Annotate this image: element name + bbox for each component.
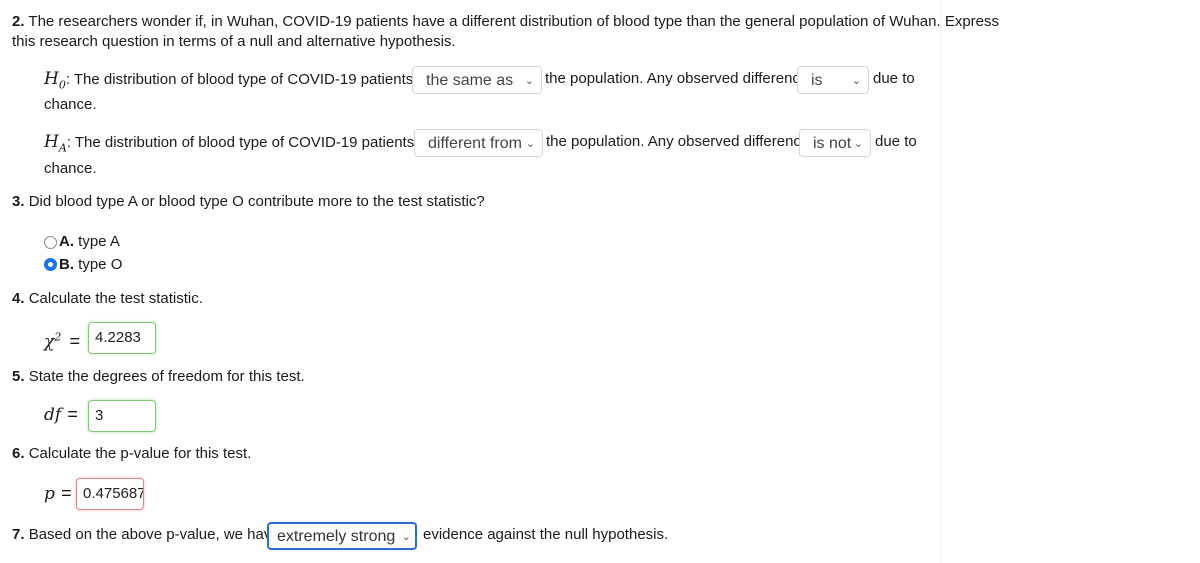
- q6-number: 6.: [12, 445, 25, 462]
- h0-end-text: chance.: [44, 96, 97, 113]
- q5-text: State the degrees of freedom for this te…: [28, 368, 305, 385]
- q4-text: Calculate the test statistic.: [28, 290, 203, 307]
- h0-difference-select[interactable]: is ⌄: [797, 66, 869, 94]
- ha-difference-select[interactable]: is not ⌄: [799, 129, 871, 157]
- q7-text-after: evidence against the null hypothesis.: [423, 526, 669, 543]
- ha-relation-value: different from: [428, 135, 522, 152]
- evidence-strength-value: extremely strong: [277, 528, 396, 545]
- equals-sign: =: [69, 330, 80, 351]
- q6-text: Calculate the p-value for this test.: [28, 445, 252, 462]
- q3-radio-a[interactable]: [44, 236, 57, 249]
- chevron-down-icon: ⌄: [853, 138, 863, 150]
- h0-mid-text: the population. Any observed difference: [545, 70, 809, 87]
- q3-number: 3.: [12, 193, 25, 210]
- df-label: df =: [44, 401, 78, 429]
- df-input[interactable]: 3: [88, 400, 156, 432]
- q6-prompt: 6. Calculate the p-value for this test.: [12, 443, 251, 465]
- ha-end-text: chance.: [44, 160, 97, 177]
- h0-symbol: H0: [44, 69, 66, 92]
- q2-number: 2.: [12, 13, 25, 30]
- q3-prompt: 3. Did blood type A or blood type O cont…: [12, 191, 485, 213]
- ha-tail-text: due to: [875, 133, 917, 150]
- ha-label: HA: The distribution of blood type of CO…: [44, 131, 429, 159]
- q2-text-line1: The researchers wonder if, in Wuhan, COV…: [28, 13, 999, 30]
- chevron-down-icon: ⌄: [401, 531, 411, 543]
- h0-lead-text: : The distribution of blood type of COVI…: [65, 71, 429, 88]
- chevron-down-icon: ⌄: [525, 138, 535, 150]
- equals-sign: =: [67, 404, 78, 424]
- ha-mid-text: the population. Any observed difference: [546, 133, 810, 150]
- q3-option-b-label[interactable]: B. type O: [59, 254, 122, 276]
- df-symbol: df: [44, 405, 62, 425]
- h0-relation-select[interactable]: the same as ⌄: [412, 66, 542, 94]
- q5-prompt: 5. State the degrees of freedom for this…: [12, 366, 305, 388]
- question-page: 2. The researchers wonder if, in Wuhan, …: [0, 0, 999, 563]
- q3-text: Did blood type A or blood type O contrib…: [28, 193, 485, 210]
- q2-line1: 2. The researchers wonder if, in Wuhan, …: [12, 11, 999, 33]
- q7-text-before: Based on the above p-value, we have: [28, 526, 280, 543]
- q4-number: 4.: [12, 290, 25, 307]
- chevron-down-icon: ⌄: [524, 75, 534, 87]
- h0-label: H0: The distribution of blood type of CO…: [44, 68, 428, 96]
- q7-number: 7.: [12, 526, 25, 543]
- evidence-strength-select[interactable]: extremely strong ⌄: [267, 522, 417, 550]
- h0-tail-text: due to: [873, 70, 915, 87]
- p-value-label: p =: [44, 480, 72, 508]
- ha-lead-text: : The distribution of blood type of COVI…: [66, 134, 430, 151]
- ha-symbol: HA: [44, 132, 67, 155]
- q3-radio-b[interactable]: [44, 258, 57, 271]
- ha-difference-value: is not: [813, 135, 852, 152]
- chi-symbol: χ2: [44, 330, 62, 352]
- chevron-down-icon: ⌄: [851, 75, 861, 87]
- ha-relation-select[interactable]: different from ⌄: [414, 129, 543, 157]
- q5-number: 5.: [12, 368, 25, 385]
- h0-difference-value: is: [811, 72, 823, 89]
- chi-square-input[interactable]: 4.2283: [88, 322, 156, 354]
- h0-relation-value: the same as: [426, 72, 514, 89]
- chi-square-label: χ2 =: [44, 324, 80, 356]
- q4-prompt: 4. Calculate the test statistic.: [12, 288, 203, 310]
- q3-option-a-label[interactable]: A. type A: [59, 231, 120, 253]
- equals-sign: =: [61, 483, 72, 503]
- q2-text-line2: this research question in terms of a nul…: [12, 33, 456, 50]
- p-value-input[interactable]: 0.475687: [76, 478, 144, 510]
- p-symbol: p: [44, 484, 55, 504]
- q7-prompt: 7. Based on the above p-value, we have: [12, 524, 280, 546]
